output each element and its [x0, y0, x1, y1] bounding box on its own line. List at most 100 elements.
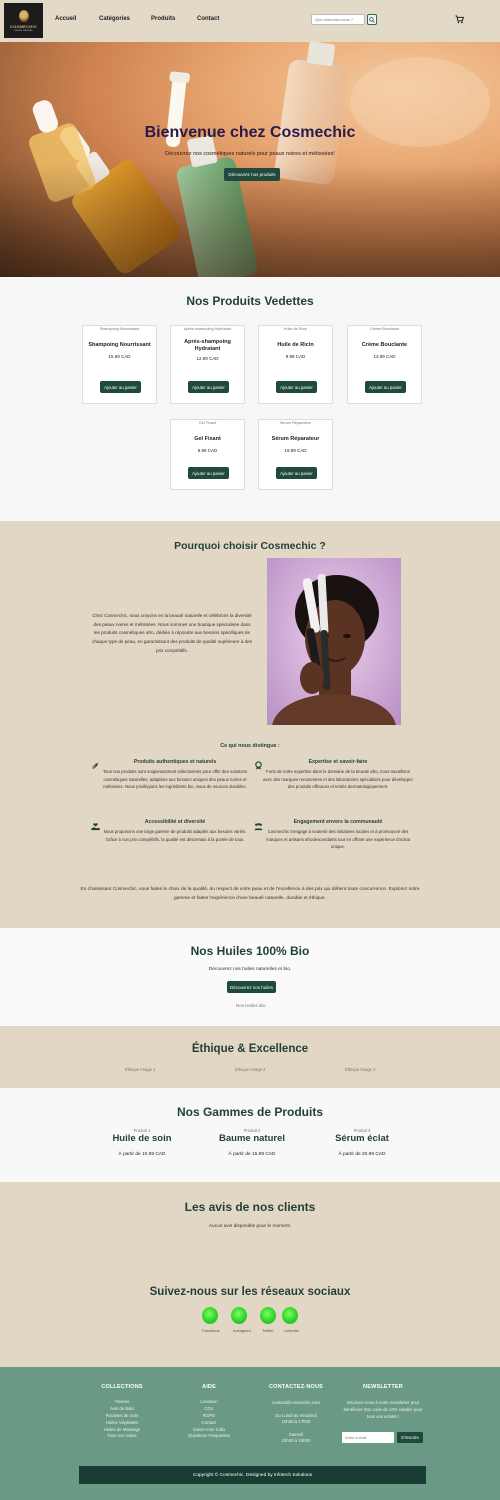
model-illustration — [272, 573, 396, 725]
reviews-title: Les avis de nos clients — [184, 1200, 316, 1214]
footer-heading: NEWSLETTER — [363, 1384, 403, 1390]
hand-heart-icon — [91, 823, 100, 831]
feature-title: Accessibilité et diversité — [144, 819, 206, 825]
search-button[interactable] — [367, 14, 377, 25]
site-footer: COLLECTIONS Tisanes Avis de Bain Routine… — [0, 1367, 500, 1500]
product-image: Huile de Ricin — [283, 327, 308, 331]
facebook-icon[interactable] — [202, 1307, 218, 1324]
linkedin-icon[interactable] — [282, 1307, 298, 1324]
footer-link[interactable]: RGPD — [178, 1413, 240, 1420]
ethic-image: Éthique Image 2 — [235, 1067, 266, 1072]
cart-icon[interactable] — [455, 15, 464, 24]
product-card: Gel Fixant Gel Fixant 8.99 CAD Ajouter a… — [170, 419, 245, 490]
product-card: Shampoing Nourrissant Shampoing Nourriss… — [82, 325, 157, 404]
feature-community: Engagement envers la communauté Cosmechi… — [263, 819, 413, 851]
feature-text: Cosmechic s'engage à soutenir des initia… — [266, 829, 410, 850]
nav-accueil[interactable]: Accueil — [55, 16, 76, 22]
footer-link[interactable]: Huiles de Massage — [92, 1427, 152, 1434]
nav-categories[interactable]: Catégories — [99, 16, 130, 22]
instagram-icon[interactable] — [231, 1307, 247, 1324]
leaf-hand-icon — [91, 762, 99, 770]
range-name: Huile de soin — [112, 1133, 172, 1144]
oils-image: Nos Huiles Bio — [236, 1003, 266, 1008]
footer-link[interactable]: Questions Fréquentes — [178, 1433, 240, 1440]
linkedin-link[interactable]: LinkedIn — [284, 1328, 299, 1333]
reviews-section: Les avis de nos clients Aucun avis dispo… — [0, 1182, 500, 1252]
add-to-cart-button[interactable]: Ajouter au panier — [276, 467, 317, 479]
footer-link[interactable]: Tisanes — [92, 1399, 152, 1406]
social-title: Suivez-nous sur les réseaux sociaux — [149, 1286, 351, 1298]
feature-text: Tous nos produits sont soigneusement sél… — [102, 769, 248, 790]
range-item[interactable]: Produit 1 Huile de soin À partir de 10.9… — [87, 1128, 197, 1157]
why-section: Pourquoi choisir Cosmechic ? Chez Cosmec… — [0, 521, 500, 928]
gammes-title: Nos Gammes de Produits — [176, 1105, 324, 1119]
add-to-cart-button[interactable]: Ajouter au panier — [100, 381, 141, 393]
feature-text: Forts de notre expertise dans le domaine… — [263, 769, 413, 790]
award-icon — [255, 761, 262, 770]
newsletter-email-input[interactable] — [342, 1432, 394, 1443]
add-to-cart-button[interactable]: Ajouter au panier — [276, 381, 317, 393]
add-to-cart-button[interactable]: Ajouter au panier — [188, 381, 229, 393]
ethic-title: Éthique & Excellence — [191, 1043, 309, 1055]
logo-mark-icon — [18, 9, 29, 22]
ethic-image: Éthique Image 1 — [125, 1067, 156, 1072]
product-name: Sérum Réparateur — [271, 436, 320, 442]
copyright-bar: Copyright © Cosmechic. Designed by Infot… — [79, 1466, 426, 1484]
discover-oils-button[interactable]: Découvrez nos huiles — [227, 981, 276, 993]
add-to-cart-button[interactable]: Ajouter au panier — [188, 467, 229, 479]
product-ranges-section: Nos Gammes de Produits Produit 1 Huile d… — [0, 1088, 500, 1182]
nav-produits[interactable]: Produits — [151, 16, 175, 22]
feature-title: Engagement envers la communauté — [293, 819, 383, 825]
range-item[interactable]: Produit 3 Sérum éclat À partir de 20.99 … — [307, 1128, 417, 1157]
footer-heading: COLLECTIONS — [101, 1384, 143, 1390]
product-image: Sérum Réparateur — [279, 421, 312, 425]
footer-link[interactable]: Huiles Végétales — [92, 1420, 152, 1427]
product-name: Après-shampoing Hydratant — [184, 339, 231, 352]
product-card: Huile de Ricin Huile de Ricin 9.99 CAD A… — [258, 325, 333, 404]
footer-link[interactable]: CGV — [178, 1406, 240, 1413]
product-price: 8.99 CAD — [197, 447, 218, 453]
facebook-link[interactable]: Facebook — [202, 1328, 220, 1333]
why-subtitle: Ce qui nous distingue : — [220, 743, 280, 749]
logo-tagline: beauté naturelle — [14, 28, 33, 32]
bio-oils-section: Nos Huiles 100% Bio Découvrez nos huiles… — [0, 928, 500, 1026]
hero-cta-button[interactable]: Découvrez nos produits — [224, 168, 280, 181]
product-card: Après-shampoing Hydratant Après-shampoin… — [170, 325, 245, 404]
add-to-cart-button[interactable]: Ajouter au panier — [365, 381, 406, 393]
feature-title: Expertise et savoir-faire — [308, 759, 368, 765]
footer-collections: COLLECTIONS Tisanes Avis de Bain Routine… — [92, 1384, 152, 1440]
instagram-link[interactable]: Instagram — [233, 1328, 251, 1333]
footer-link[interactable]: Avis de Bain — [92, 1406, 152, 1413]
footer-link[interactable]: Routines de Soin — [92, 1413, 152, 1420]
range-price: À partir de 20.99 CAD — [338, 1152, 386, 1157]
product-image: Crème Bouclante — [369, 327, 400, 331]
contact-hours-time: 10h00 à 17h00 — [281, 1419, 311, 1424]
contact-email[interactable]: contact@cosmechic.com — [265, 1400, 327, 1406]
product-price: 9.99 CAD — [285, 353, 306, 359]
contact-hours: Du Lundi au Vendredi — [275, 1412, 317, 1418]
search-input[interactable] — [311, 14, 365, 25]
footer-link[interactable]: Livraison — [178, 1399, 240, 1406]
reviews-empty-message: Aucun avis disponible pour le moment. — [208, 1224, 292, 1229]
feature-title: Produits authentiques et naturels — [133, 759, 217, 765]
footer-contact: CONTACTEZ-NOUS contact@cosmechic.com Du … — [265, 1384, 327, 1444]
product-card: Sérum Réparateur Sérum Réparateur 19.99 … — [258, 419, 333, 490]
social-section: Suivez-nous sur les réseaux sociaux Face… — [0, 1252, 500, 1367]
product-image: Après-shampoing Hydratant — [183, 327, 232, 331]
range-item[interactable]: Produit 2 Baume naturel À partir de 15.9… — [197, 1128, 307, 1157]
footer-link[interactable]: Suivre mon Colis — [178, 1427, 240, 1434]
brand-logo[interactable]: COSMECHIC beauté naturelle — [4, 3, 43, 38]
nav-contact[interactable]: Contact — [197, 16, 219, 22]
contact-saturday: Samedi — [288, 1431, 304, 1437]
product-price: 12.99 CAD — [196, 355, 219, 361]
twitter-link[interactable]: Twitter — [262, 1328, 274, 1333]
range-price: À partir de 15.99 CAD — [228, 1152, 276, 1157]
footer-link[interactable]: Contact — [178, 1420, 240, 1427]
product-name: Huile de Ricin — [277, 342, 314, 348]
twitter-icon[interactable] — [260, 1307, 276, 1324]
footer-link[interactable]: Tous nos Soins — [92, 1433, 152, 1440]
newsletter-subscribe-button[interactable]: S'inscrire — [397, 1432, 423, 1443]
community-icon — [254, 822, 263, 831]
why-description: Chez Cosmechic, nous croyons en la beaut… — [92, 613, 252, 653]
footer-heading: CONTACTEZ-NOUS — [268, 1384, 324, 1390]
